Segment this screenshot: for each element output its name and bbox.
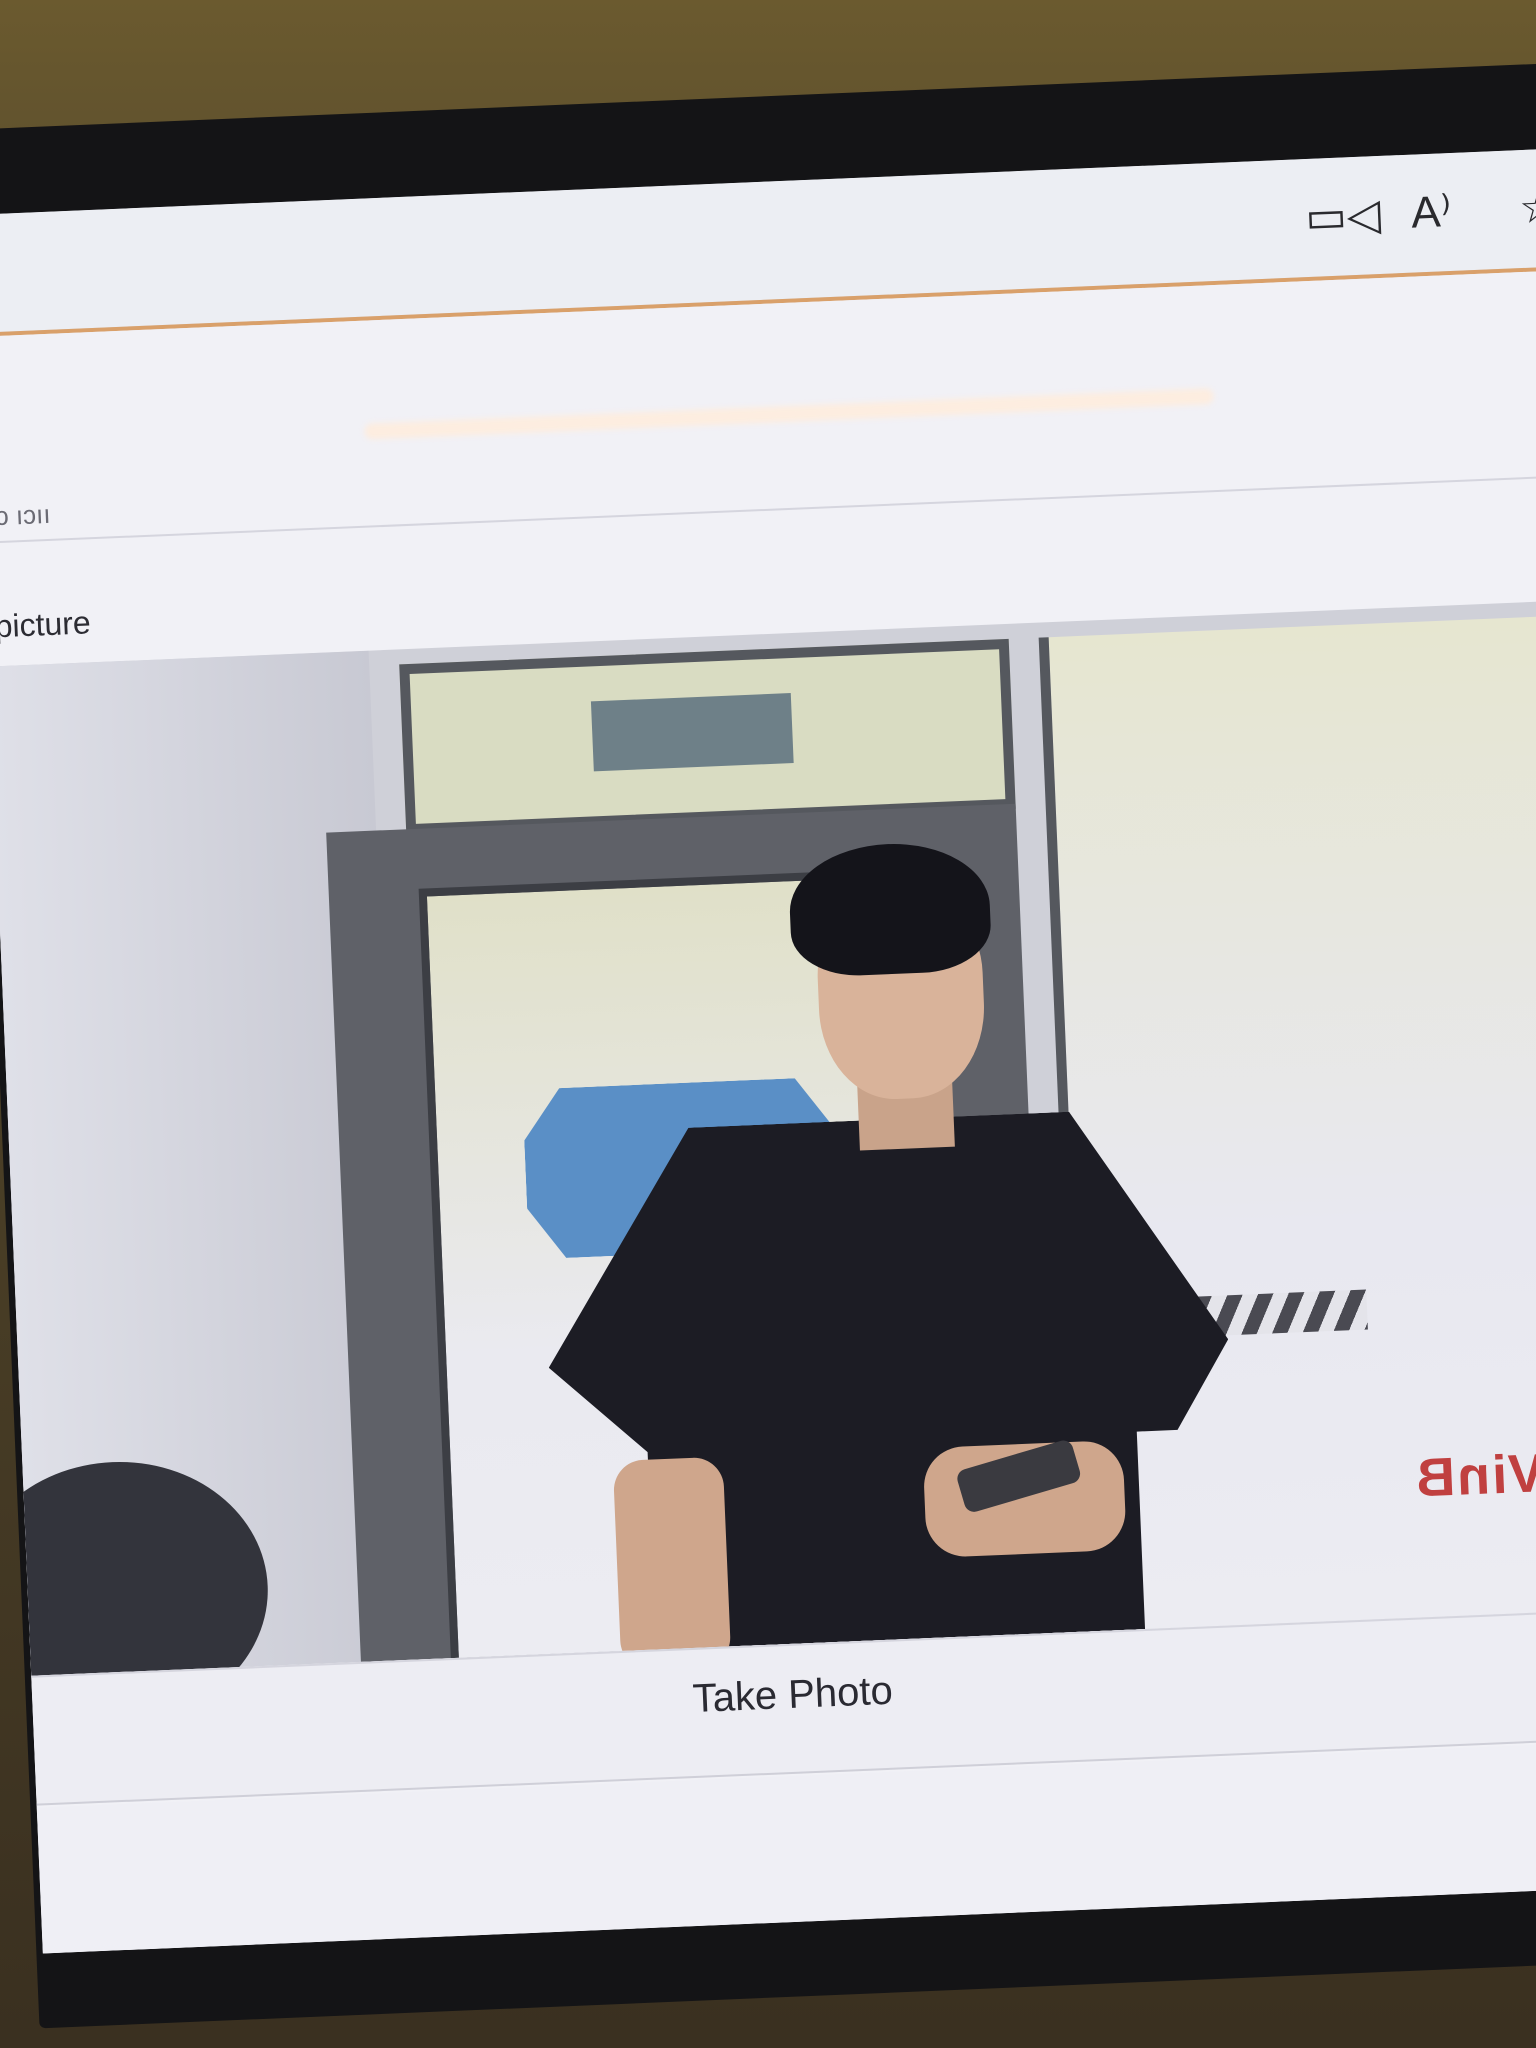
take-photo-label: Take Photo (691, 1668, 894, 1721)
divider (0, 473, 1536, 544)
camera-preview: VinB (0, 598, 1536, 1676)
web-page: ɔɔ ıɔıı ke a picture VinB Take Photo (0, 269, 1536, 1954)
favorite-star-icon[interactable]: ☆ (1518, 182, 1536, 234)
feed-stripes (1196, 1289, 1368, 1337)
read-aloud-icon[interactable]: A⁾ (1410, 187, 1452, 239)
person-arm (612, 1456, 732, 1671)
browser-screen: ▭◁ A⁾ ☆ ɔɔ ıɔıı ke a picture VinB (0, 147, 1536, 1954)
light-glare (364, 388, 1215, 440)
video-camera-icon[interactable]: ▭◁ (1304, 190, 1381, 243)
cutoff-text: ɔɔ ıɔıı (0, 498, 52, 532)
feed-logo: VinB (1412, 1443, 1536, 1509)
take-picture-prompt: ke a picture (0, 604, 92, 647)
feed-vent (590, 693, 794, 772)
